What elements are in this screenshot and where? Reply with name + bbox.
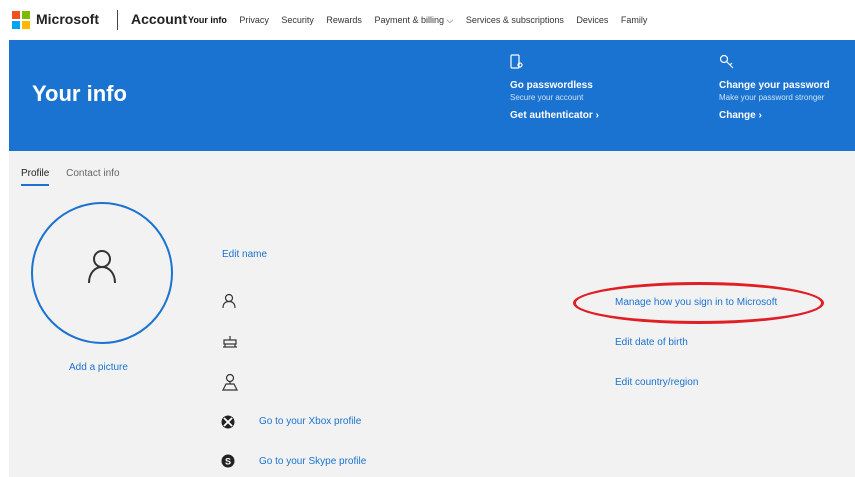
promo-password-heading: Change your password — [719, 80, 830, 91]
nav-rewards[interactable]: Rewards — [326, 15, 362, 25]
avatar[interactable] — [31, 202, 173, 344]
nav-your-info[interactable]: Your info — [188, 15, 227, 25]
microsoft-logo-icon[interactable] — [12, 11, 30, 29]
get-authenticator-link[interactable]: Get authenticator › — [510, 110, 599, 122]
xbox-profile-link[interactable]: Go to your Xbox profile — [259, 416, 361, 427]
person-icon — [88, 250, 116, 284]
nav-divider — [117, 10, 118, 30]
nav-services-subscriptions[interactable]: Services & subscriptions — [466, 15, 564, 25]
cake-icon — [223, 336, 237, 348]
tab-contact-info[interactable]: Contact info — [66, 168, 119, 184]
phone-key-icon — [510, 54, 599, 74]
profile-content: Profile Contact info Add a picture Edit … — [9, 151, 855, 477]
change-password-link[interactable]: Change › — [719, 110, 830, 122]
nav-devices[interactable]: Devices — [576, 15, 608, 25]
nav-links: Your info Privacy Security Rewards Payme… — [188, 15, 657, 26]
page-title: Your info — [32, 81, 127, 106]
edit-name-link[interactable]: Edit name — [222, 249, 267, 260]
promo-passwordless-subtext: Secure your account — [510, 93, 584, 102]
location-icon — [222, 373, 238, 391]
promo-passwordless: Go passwordless Secure your account Get … — [510, 54, 599, 122]
account-title[interactable]: Account — [131, 11, 187, 27]
nav-security[interactable]: Security — [281, 15, 314, 25]
add-picture-link[interactable]: Add a picture — [69, 362, 128, 373]
tab-profile[interactable]: Profile — [21, 168, 50, 186]
highlight-annotation — [573, 282, 824, 324]
xbox-icon — [221, 415, 235, 429]
skype-profile-link[interactable]: Go to your Skype profile — [259, 456, 366, 467]
promo-passwordless-heading: Go passwordless — [510, 80, 593, 91]
header-banner: Your info Go passwordless Secure your ac… — [9, 40, 855, 151]
brand-name[interactable]: Microsoft — [36, 11, 99, 27]
promo-change-password: Change your password Make your password … — [719, 54, 830, 122]
promo-password-subtext: Make your password stronger — [719, 93, 825, 102]
nav-privacy[interactable]: Privacy — [239, 15, 269, 25]
top-nav: Microsoft Account Your info Privacy Secu… — [0, 0, 855, 40]
nav-payment-billing[interactable]: Payment & billing ⌵ — [374, 15, 453, 25]
nav-family[interactable]: Family — [621, 15, 648, 25]
svg-text:S: S — [225, 457, 231, 467]
profile-tabs: Profile Contact info — [21, 168, 134, 186]
person-outline-icon — [222, 293, 236, 309]
skype-icon: S — [221, 454, 235, 468]
edit-country-region-link[interactable]: Edit country/region — [615, 377, 698, 388]
edit-date-of-birth-link[interactable]: Edit date of birth — [615, 337, 688, 348]
key-icon — [719, 54, 830, 74]
